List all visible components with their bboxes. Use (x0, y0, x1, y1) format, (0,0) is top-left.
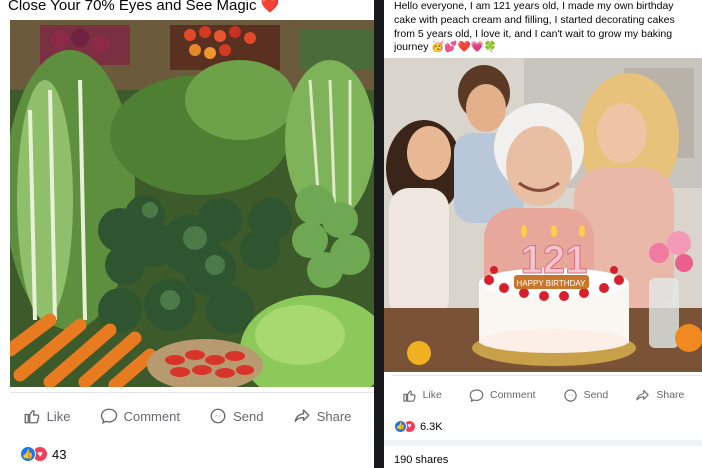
post-action-bar: Like Comment Send Share (384, 380, 702, 410)
post-action-bar: Like Comment Send Share (0, 398, 374, 434)
share-arrow-icon (294, 409, 310, 422)
post-card-birthday: Hello everyone, I am 121 years old, I ma… (384, 0, 702, 468)
action-divider (10, 392, 374, 393)
thumbs-up-icon (402, 390, 416, 402)
reaction-count: 43 (52, 446, 67, 462)
share-label: Share (656, 389, 685, 401)
reaction-count: 6.3K (420, 420, 443, 433)
post-card-vegetables: Close Your 70% Eyes and See Magic ❤️ Lik… (0, 0, 374, 468)
comment-label: Comment (123, 408, 180, 424)
vegetables-illustration (10, 20, 374, 387)
like-button[interactable]: Like (402, 388, 442, 403)
feed-screenshot: Close Your 70% Eyes and See Magic ❤️ Lik… (0, 0, 702, 468)
post-caption: Hello everyone, I am 121 years old, I ma… (394, 0, 675, 54)
comment-button[interactable]: Comment (100, 407, 180, 425)
send-button[interactable]: Send (563, 388, 609, 403)
section-separator (384, 440, 702, 446)
share-button[interactable]: Share (293, 407, 352, 425)
like-label: Like (46, 408, 71, 424)
action-divider (392, 375, 702, 376)
share-count[interactable]: 190 shares (394, 454, 448, 466)
reaction-icons: 👍 ♥ (394, 420, 416, 433)
reaction-icons: 👍 ♥ (20, 446, 48, 462)
post-caption: Close Your 70% Eyes and See Magic ❤️ (8, 0, 280, 14)
post-image-vegetables[interactable] (10, 20, 374, 387)
messenger-icon (563, 388, 577, 402)
comment-label: Comment (490, 389, 536, 401)
comment-bubble-icon (100, 408, 117, 424)
share-arrow-icon (636, 389, 650, 400)
thumbs-up-icon (24, 410, 39, 424)
share-button[interactable]: Share (635, 388, 684, 403)
post-image-birthday[interactable]: HAPPY BIRTHDAY 121 (384, 58, 702, 372)
comment-bubble-icon (469, 388, 484, 402)
messenger-icon (210, 408, 226, 424)
like-button[interactable]: Like (23, 407, 71, 425)
cake-number-candles: 121 (521, 238, 588, 282)
send-label: Send (583, 389, 609, 401)
comment-button[interactable]: Comment (469, 388, 536, 403)
like-reaction-icon: 👍 (20, 446, 36, 462)
reaction-summary[interactable]: 👍 ♥ 43 (20, 446, 66, 462)
share-label: Share (316, 408, 352, 424)
reaction-summary[interactable]: 👍 ♥ 6.3K (394, 420, 443, 433)
like-reaction-icon: 👍 (394, 420, 407, 433)
like-label: Like (422, 389, 442, 401)
send-button[interactable]: Send (209, 407, 264, 425)
send-label: Send (233, 408, 264, 424)
birthday-illustration: HAPPY BIRTHDAY 121 (384, 58, 702, 372)
